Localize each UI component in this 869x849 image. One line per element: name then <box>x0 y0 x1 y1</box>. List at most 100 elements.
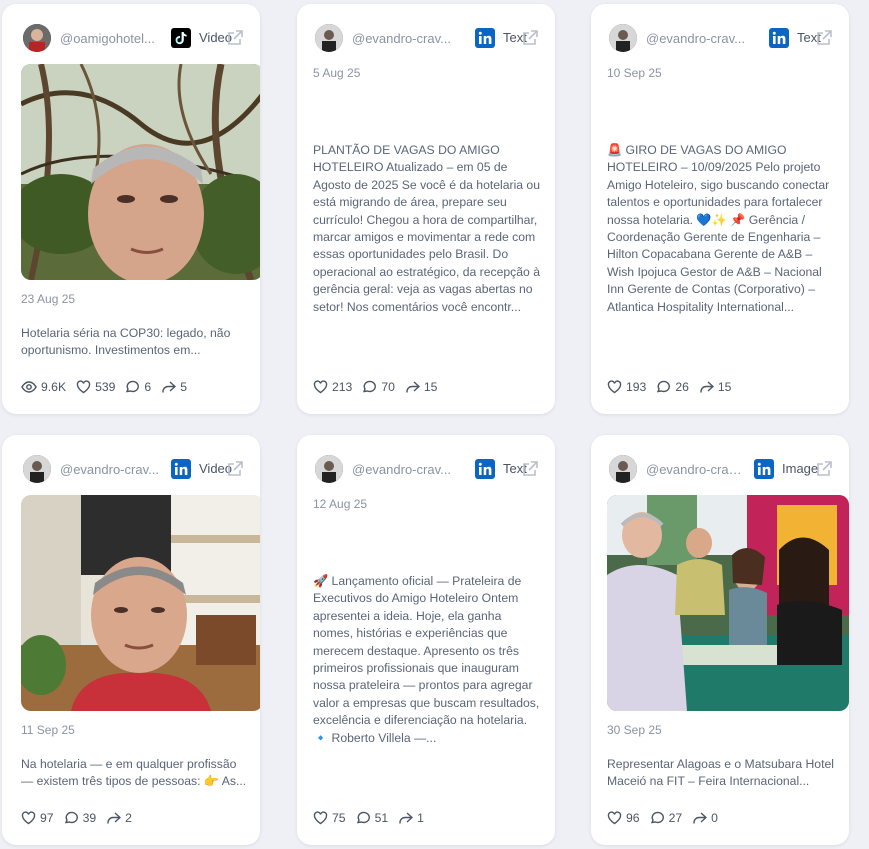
tiktok-icon <box>171 28 191 48</box>
post-date: 12 Aug 25 <box>313 497 368 511</box>
account-handle[interactable]: @oamigohotel... <box>60 31 165 46</box>
account-handle[interactable]: @evandro-crav... <box>60 462 165 477</box>
share-icon <box>399 812 414 824</box>
post-caption: Hotelaria séria na COP30: legado, não op… <box>21 326 231 358</box>
heart-icon <box>313 811 328 825</box>
post-type-label: Image <box>782 461 819 476</box>
likes-count: 193 <box>626 380 647 394</box>
post-caption: Representar Alagoas e o Matsubara Hotel … <box>607 757 834 789</box>
post-card[interactable]: @evandro-crav... Text 10 Sep 25 🚨 GIRO D… <box>591 4 849 414</box>
external-link-icon[interactable] <box>815 460 833 478</box>
comment-icon <box>126 380 140 393</box>
engagement-stats: 9.6K 539 6 5 <box>21 380 197 394</box>
post-date: 11 Sep 25 <box>21 723 75 737</box>
heart-icon <box>607 380 622 394</box>
comments-count: 26 <box>675 380 689 394</box>
shares-stat: 15 <box>405 380 437 394</box>
engagement-stats: 96 27 0 <box>607 811 728 825</box>
shares-stat: 1 <box>398 811 424 825</box>
views-stat: 9.6K <box>21 380 66 394</box>
account-handle[interactable]: @evandro-crav... <box>352 31 457 46</box>
comment-icon <box>657 380 671 393</box>
external-link-icon[interactable] <box>226 460 244 478</box>
account-handle[interactable]: @evandro-crav... <box>646 31 751 46</box>
comment-icon <box>363 380 377 393</box>
card-header: @evandro-crav... Video <box>2 435 260 493</box>
comments-stat: 70 <box>362 380 395 394</box>
comment-icon <box>356 811 370 824</box>
comments-stat: 39 <box>64 811 97 825</box>
shares-count: 1 <box>417 811 424 825</box>
post-card[interactable]: @evandro-crav... Video 11 Sep 25 Na hote… <box>2 435 260 845</box>
shares-stat: 15 <box>699 380 732 394</box>
post-date: 23 Aug 25 <box>21 292 76 306</box>
post-date: 5 Aug 25 <box>313 66 361 80</box>
comments-count: 51 <box>374 811 389 825</box>
avatar <box>315 24 343 52</box>
likes-count: 97 <box>40 811 54 825</box>
share-icon <box>162 381 177 393</box>
linkedin-icon <box>475 28 495 48</box>
likes-stat: 193 <box>607 380 646 394</box>
linkedin-icon <box>171 459 191 479</box>
comments-count: 39 <box>82 811 97 825</box>
post-card[interactable]: @evandro-crav... Image 30 Sep 25 Represe… <box>591 435 849 845</box>
views-count: 9.6K <box>41 380 67 394</box>
shares-stat: 2 <box>106 811 132 825</box>
avatar <box>315 455 343 483</box>
comment-icon <box>650 811 664 824</box>
comments-count: 6 <box>144 380 152 394</box>
post-caption: Na hotelaria — e em qualquer profissão —… <box>21 757 247 789</box>
external-link-icon[interactable] <box>226 29 244 47</box>
shares-count: 5 <box>180 380 187 394</box>
linkedin-icon <box>754 459 774 479</box>
engagement-stats: 97 39 2 <box>21 811 142 825</box>
comment-icon <box>64 811 78 824</box>
engagement-stats: 213 70 15 <box>313 380 447 394</box>
avatar <box>609 24 637 52</box>
likes-count: 75 <box>332 811 346 825</box>
post-image[interactable] <box>607 495 849 711</box>
account-handle[interactable]: @evandro-crav... <box>646 462 744 477</box>
external-link-icon[interactable] <box>521 460 539 478</box>
engagement-stats: 193 26 15 <box>607 380 741 394</box>
post-date: 30 Sep 25 <box>607 723 662 737</box>
card-header: @evandro-crav... Image <box>591 435 849 493</box>
heart-icon <box>76 380 91 394</box>
post-caption: PLANTÃO DE VAGAS DO AMIGO HOTELEIRO Atua… <box>313 143 540 314</box>
likes-stat: 539 <box>76 380 115 394</box>
share-icon <box>107 812 122 824</box>
avatar <box>609 455 637 483</box>
post-date: 10 Sep 25 <box>607 66 662 80</box>
comments-stat: 51 <box>356 811 389 825</box>
post-caption: 🚨 GIRO DE VAGAS DO AMIGO HOTELEIRO – 10/… <box>607 143 830 314</box>
heart-icon <box>313 380 328 394</box>
likes-stat: 96 <box>607 811 640 825</box>
shares-count: 2 <box>125 811 132 825</box>
share-icon <box>693 812 708 824</box>
account-handle[interactable]: @evandro-crav... <box>352 462 457 477</box>
card-header: @evandro-crav... Text <box>297 435 555 493</box>
likes-count: 96 <box>626 811 640 825</box>
post-caption: 🚀 Lançamento oficial — Prateleira de Exe… <box>313 574 540 745</box>
heart-icon <box>21 811 36 825</box>
post-video-thumbnail[interactable] <box>21 64 260 280</box>
post-card[interactable]: @evandro-crav... Text 5 Aug 25 PLANTÃO D… <box>297 4 555 414</box>
comments-stat: 6 <box>125 380 151 394</box>
likes-stat: 75 <box>313 811 346 825</box>
shares-stat: 0 <box>692 811 718 825</box>
avatar <box>23 455 51 483</box>
likes-stat: 97 <box>21 811 54 825</box>
card-header: @evandro-crav... Text <box>297 4 555 62</box>
card-header: @evandro-crav... Text <box>591 4 849 62</box>
eye-icon <box>21 381 37 393</box>
share-icon <box>700 381 714 393</box>
external-link-icon[interactable] <box>521 29 539 47</box>
avatar <box>23 24 51 52</box>
post-card[interactable]: @oamigohotel... Video 23 Aug 25 Hotelari… <box>2 4 260 414</box>
post-video-thumbnail[interactable] <box>21 495 260 711</box>
shares-count: 15 <box>717 380 732 394</box>
external-link-icon[interactable] <box>815 29 833 47</box>
engagement-stats: 75 51 1 <box>313 811 434 825</box>
post-card[interactable]: @evandro-crav... Text 12 Aug 25 🚀 Lançam… <box>297 435 555 845</box>
